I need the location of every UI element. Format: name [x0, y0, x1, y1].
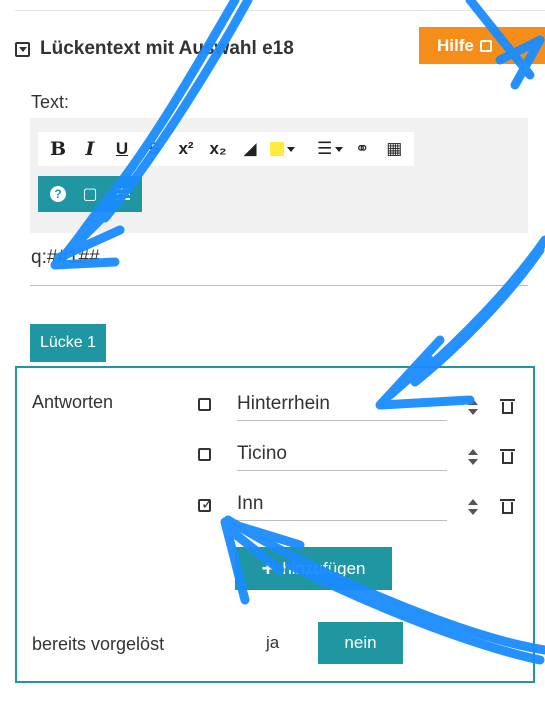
help-label: Hilfe [437, 35, 474, 55]
answer-input-1[interactable] [237, 388, 447, 421]
subscript-button[interactable]: x₂ [202, 134, 234, 164]
highlight-button[interactable] [266, 134, 298, 164]
answer-checkbox-2[interactable] [198, 448, 211, 461]
strikethrough-button[interactable]: S [138, 134, 170, 164]
editor-content[interactable]: q:##1## [31, 247, 100, 269]
question-icon: ? [50, 186, 66, 202]
help-button[interactable]: Hilfe [419, 27, 545, 64]
panel-title: Lückentext mit Auswahl e18 [40, 38, 294, 59]
marker-icon [269, 142, 284, 156]
presolved-no-button[interactable]: nein [318, 622, 403, 664]
list-button[interactable]: ☰ [314, 134, 346, 164]
fullscreen-icon[interactable]: ▢ [74, 179, 106, 209]
format-group: B I U S x² x₂ ◢ [38, 132, 302, 166]
chevron-down-icon [286, 146, 295, 152]
answers-label: Antworten [32, 392, 114, 412]
toolbar-row-2: ? ▢ [38, 176, 142, 212]
trash-icon[interactable] [500, 399, 515, 414]
plus-icon: + [261, 555, 275, 581]
trash-icon[interactable] [500, 449, 515, 464]
answer-input-2[interactable] [237, 438, 447, 471]
calculator-icon[interactable]: ▦ [378, 134, 410, 164]
panel-header[interactable]: Lückentext mit Auswahl e18 [15, 38, 294, 60]
italic-button[interactable]: I [74, 134, 106, 164]
answer-checkbox-1[interactable] [198, 398, 211, 411]
rich-text-editor: B I U S x² x₂ ◢ ☰ ⚭ ▦ ? ▢ [30, 118, 528, 233]
toolbar-row: B I U S x² x₂ ◢ ☰ ⚭ ▦ [38, 132, 415, 166]
add-answer-button[interactable]: + hinzufügen [235, 547, 392, 590]
external-link-icon [479, 39, 492, 52]
presolved-yes-button[interactable]: ja [266, 633, 279, 653]
trash-icon[interactable] [500, 499, 515, 514]
answer-input-3[interactable] [237, 488, 447, 521]
list-group: ☰ ⚭ ▦ [310, 132, 414, 166]
bold-button[interactable]: B [42, 134, 74, 164]
presolved-label: bereits vorgelöst [32, 634, 165, 654]
chevron-down-icon [335, 146, 344, 152]
collapse-icon[interactable] [15, 41, 30, 57]
hamburger-icon [114, 188, 130, 200]
text-field-label: Text: [31, 92, 70, 112]
editor-underline [30, 285, 528, 286]
sort-icon[interactable] [468, 449, 478, 465]
help-circle-button[interactable]: ? [42, 179, 74, 209]
eraser-icon[interactable]: ◢ [234, 134, 266, 164]
link-icon[interactable]: ⚭ [346, 134, 378, 164]
sort-icon[interactable] [468, 399, 478, 415]
sort-icon[interactable] [468, 499, 478, 515]
menu-button[interactable] [106, 179, 138, 209]
answer-checkbox-3[interactable] [198, 495, 214, 513]
list-icon: ☰ [317, 139, 333, 158]
add-answer-label: hinzufügen [282, 558, 366, 578]
tab-gap-1[interactable]: Lücke 1 [30, 324, 107, 362]
superscript-button[interactable]: x² [170, 134, 202, 164]
underline-button[interactable]: U [106, 134, 138, 164]
